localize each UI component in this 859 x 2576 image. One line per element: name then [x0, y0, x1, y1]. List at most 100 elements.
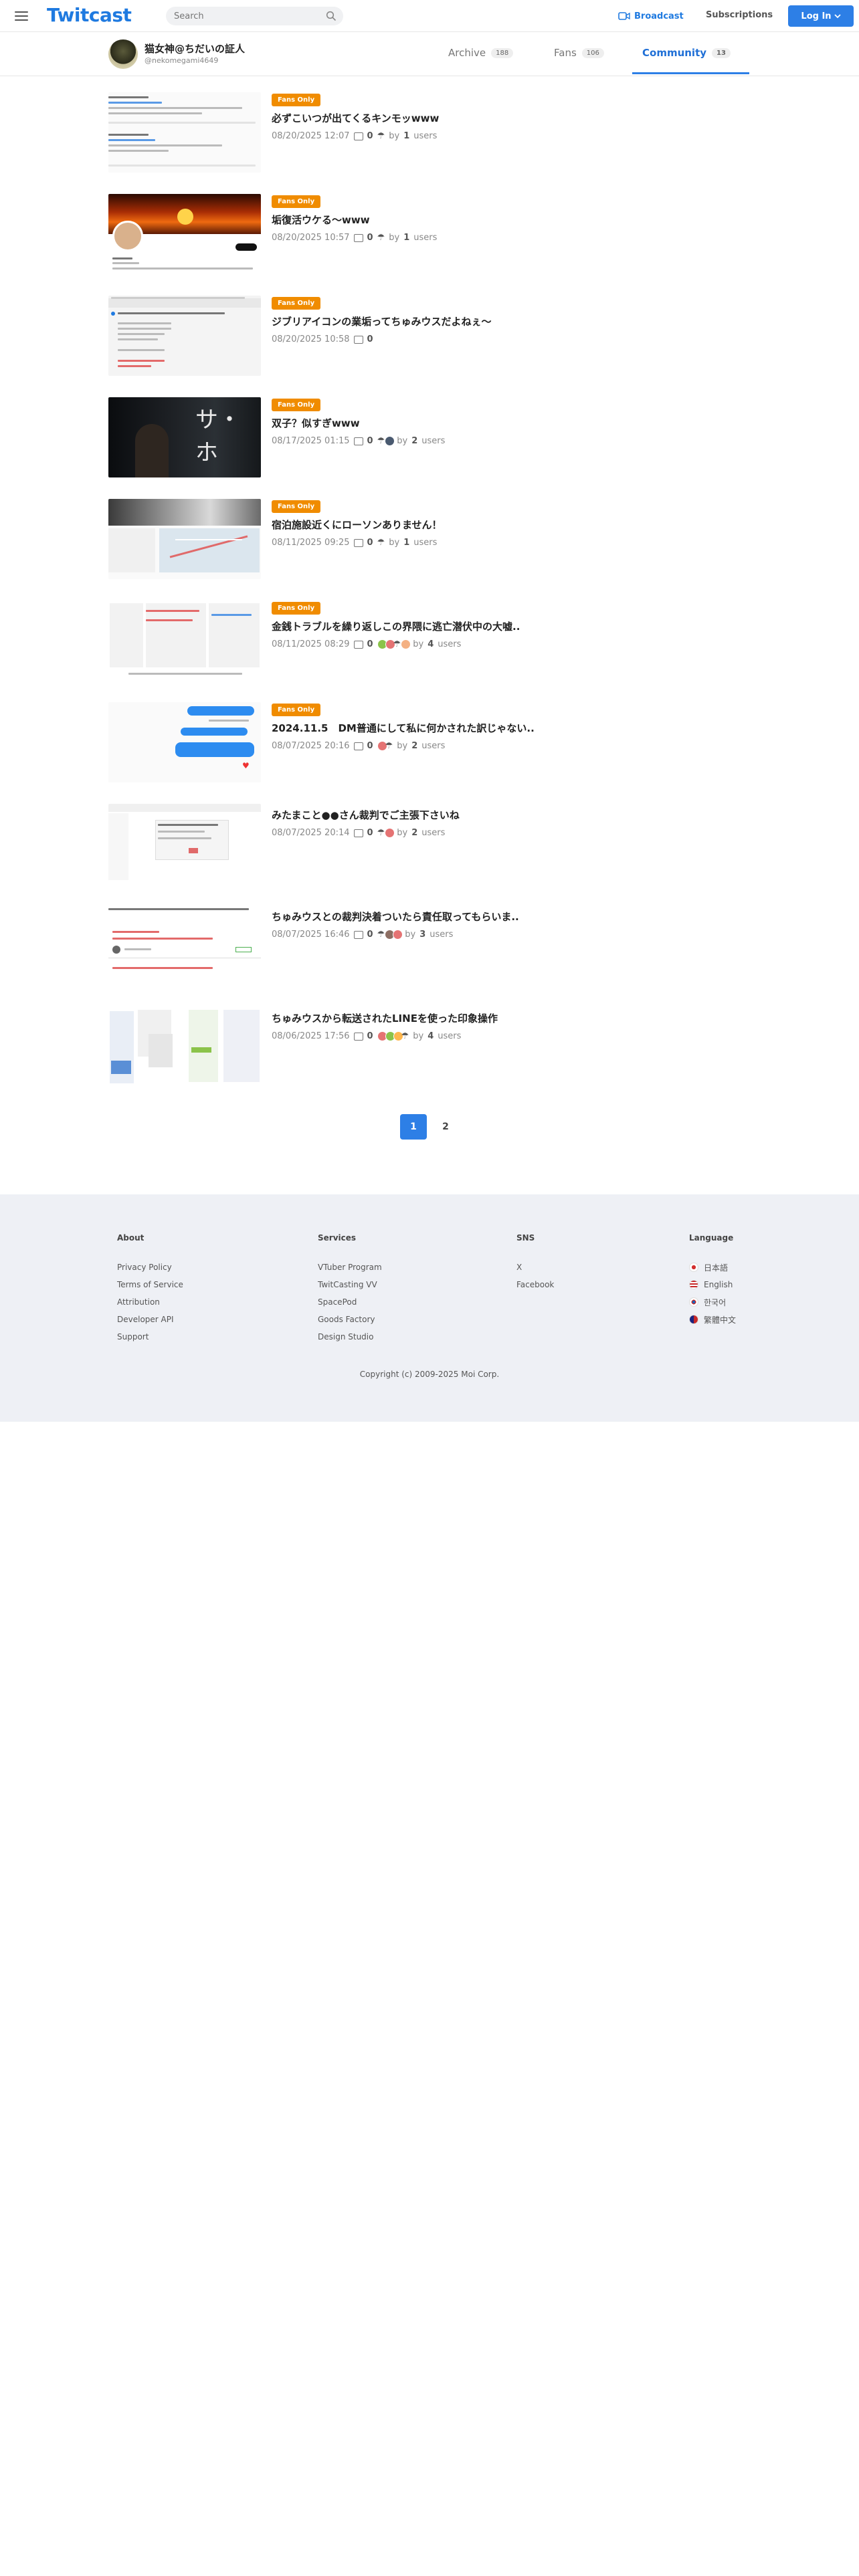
- vtuber-program-link[interactable]: VTuber Program: [318, 1259, 382, 1276]
- twitcast-logo[interactable]: Twitcast: [47, 4, 132, 26]
- video-camera-icon: [618, 12, 630, 20]
- language-label: 한국어: [704, 1297, 727, 1307]
- comment-count: 0: [367, 436, 373, 446]
- post-title[interactable]: ジブリアイコンの業垢ってちゅみウスだよねぇ〜: [272, 314, 492, 328]
- users-label: users: [413, 233, 438, 243]
- list-item[interactable]: Fans Only ジブリアイコンの業垢ってちゅみウスだよねぇ〜 08/20/2…: [108, 296, 751, 377]
- post-date: 08/11/2025 08:29: [272, 639, 350, 649]
- broadcast-button[interactable]: Broadcast: [618, 9, 684, 23]
- post-title[interactable]: 垢復活ウケる〜www: [272, 213, 370, 227]
- post-thumbnail[interactable]: [108, 601, 261, 681]
- language-english[interactable]: English: [689, 1276, 736, 1293]
- design-studio-link[interactable]: Design Studio: [318, 1328, 382, 1346]
- post-thumbnail[interactable]: [108, 296, 261, 376]
- users-count: 1: [403, 131, 410, 141]
- comment-count: 0: [367, 639, 373, 649]
- search-box[interactable]: [166, 7, 343, 25]
- post-title[interactable]: 双子？似すぎwww: [272, 416, 360, 430]
- x-link[interactable]: X: [516, 1259, 554, 1276]
- profile-name[interactable]: 猫女神@ちだいの証人: [145, 41, 245, 56]
- list-item[interactable]: ちゅみウスとの裁判決着ついたら責任取ってもらいま.. 08/07/2025 16…: [108, 905, 751, 987]
- fans-only-badge: Fans Only: [272, 94, 321, 106]
- post-thumbnail[interactable]: サ・ホ: [108, 397, 261, 477]
- post-title[interactable]: 必ずこいつが出てくるキンモッwww: [272, 111, 439, 125]
- post-thumbnail[interactable]: [108, 1007, 261, 1087]
- avatar[interactable]: [108, 39, 138, 69]
- post-date: 08/06/2025 17:56: [272, 1031, 350, 1041]
- language-traditional-chinese[interactable]: 繁體中文: [689, 1311, 736, 1328]
- comment-icon: [353, 335, 363, 344]
- comment-icon: [353, 437, 363, 445]
- attribution-link[interactable]: Attribution: [117, 1293, 183, 1311]
- users-label: users: [430, 930, 454, 940]
- list-item[interactable]: ♥ Fans Only 2024.11.5 DM普通にして私に何かされた訳じゃな…: [108, 702, 751, 784]
- post-title[interactable]: ちゅみウスから転送されたLINEを使った印象操作: [272, 1011, 498, 1025]
- post-title[interactable]: 宿泊施設近くにローソンありません！: [272, 518, 442, 532]
- comment-icon: [353, 1032, 363, 1041]
- post-thumbnail[interactable]: [108, 194, 261, 274]
- tab-label: Fans: [554, 47, 577, 59]
- developer-api-link[interactable]: Developer API: [117, 1311, 183, 1328]
- post-title[interactable]: みたまこと●●さん裁判でご主張下さいね: [272, 808, 460, 822]
- twitcasting-vv-link[interactable]: TwitCasting VV: [318, 1276, 382, 1293]
- privacy-policy-link[interactable]: Privacy Policy: [117, 1259, 183, 1276]
- users-count: 3: [419, 930, 426, 940]
- supporter-avatar: [393, 930, 403, 940]
- copyright: Copyright (c) 2009-2025 Moi Corp.: [359, 1370, 500, 1379]
- profile-bar: 猫女神@ちだいの証人 @nekomegami4649 Archive 188 F…: [0, 32, 859, 76]
- fans-only-badge: Fans Only: [272, 297, 321, 310]
- search-icon[interactable]: [326, 11, 337, 21]
- post-thumbnail[interactable]: ♥: [108, 702, 261, 782]
- users-label: users: [438, 639, 462, 649]
- umbrella-icon: ☂: [385, 741, 393, 751]
- facebook-link[interactable]: Facebook: [516, 1276, 554, 1293]
- list-item[interactable]: Fans Only 垢復活ウケる〜www 08/20/2025 10:57 0 …: [108, 194, 751, 276]
- users-label: users: [421, 436, 446, 446]
- umbrella-icon: ☂: [377, 828, 385, 838]
- post-thumbnail[interactable]: [108, 905, 261, 986]
- spacepod-link[interactable]: SpacePod: [318, 1293, 382, 1311]
- list-item[interactable]: Fans Only 宿泊施設近くにローソンありません！ 08/11/2025 0…: [108, 499, 751, 580]
- by-label: by: [397, 741, 408, 751]
- taiwan-flag-icon: [689, 1315, 698, 1324]
- hamburger-menu-icon[interactable]: [13, 8, 29, 24]
- language-label: 繁體中文: [704, 1315, 737, 1325]
- comment-count: 0: [367, 741, 373, 751]
- list-item[interactable]: サ・ホ Fans Only 双子？似すぎwww 08/17/2025 01:15…: [108, 397, 751, 479]
- supporter-avatar: [385, 436, 395, 446]
- tab-community[interactable]: Community 13: [642, 47, 731, 59]
- login-button[interactable]: Log In: [788, 5, 854, 27]
- post-thumbnail[interactable]: [108, 499, 261, 579]
- japan-flag-icon: [689, 1263, 698, 1272]
- post-thumbnail[interactable]: [108, 804, 261, 884]
- post-date: 08/11/2025 09:25: [272, 538, 350, 548]
- terms-link[interactable]: Terms of Service: [117, 1276, 183, 1293]
- post-title[interactable]: 2024.11.5 DM普通にして私に何かされた訳じゃない..: [272, 721, 535, 735]
- list-item[interactable]: みたまこと●●さん裁判でご主張下さいね 08/07/2025 20:14 0 ☂…: [108, 804, 751, 885]
- post-meta: 08/07/2025 16:46 0 ☂ by 3 users: [272, 930, 453, 940]
- post-title[interactable]: ちゅみウスとの裁判決着ついたら責任取ってもらいま..: [272, 909, 519, 924]
- tab-fans[interactable]: Fans 106: [554, 47, 604, 59]
- page-1-button[interactable]: 1: [400, 1114, 427, 1140]
- subscriptions-link[interactable]: Subscriptions: [706, 10, 773, 20]
- footer-about: About Privacy Policy Terms of Service At…: [117, 1233, 183, 1346]
- list-item[interactable]: ちゅみウスから転送されたLINEを使った印象操作 08/06/2025 17:5…: [108, 1007, 751, 1089]
- goods-factory-link[interactable]: Goods Factory: [318, 1311, 382, 1328]
- tab-archive[interactable]: Archive 188: [448, 47, 514, 59]
- footer-language: Language 日本語 English 한국어 繁體中文: [689, 1233, 736, 1328]
- language-korean[interactable]: 한국어: [689, 1293, 736, 1311]
- list-item[interactable]: Fans Only 金銭トラブルを繰り返しこの界隈に逃亡潜伏中の大嘘.. 08/…: [108, 601, 751, 682]
- list-item[interactable]: Fans Only 必ずこいつが出てくるキンモッwww 08/20/2025 1…: [108, 92, 751, 174]
- support-link[interactable]: Support: [117, 1328, 183, 1346]
- post-date: 08/20/2025 12:07: [272, 131, 350, 141]
- umbrella-icon: ☂: [377, 131, 385, 141]
- count-badge: 13: [712, 47, 731, 58]
- comment-count: 0: [367, 233, 373, 243]
- search-input[interactable]: [174, 9, 321, 23]
- post-date: 08/17/2025 01:15: [272, 436, 350, 446]
- post-thumbnail[interactable]: [108, 92, 261, 173]
- language-japanese[interactable]: 日本語: [689, 1259, 736, 1276]
- page-2-button[interactable]: 2: [432, 1114, 459, 1140]
- post-title[interactable]: 金銭トラブルを繰り返しこの界隈に逃亡潜伏中の大嘘..: [272, 619, 520, 633]
- supporter-avatars: ☂: [377, 436, 395, 446]
